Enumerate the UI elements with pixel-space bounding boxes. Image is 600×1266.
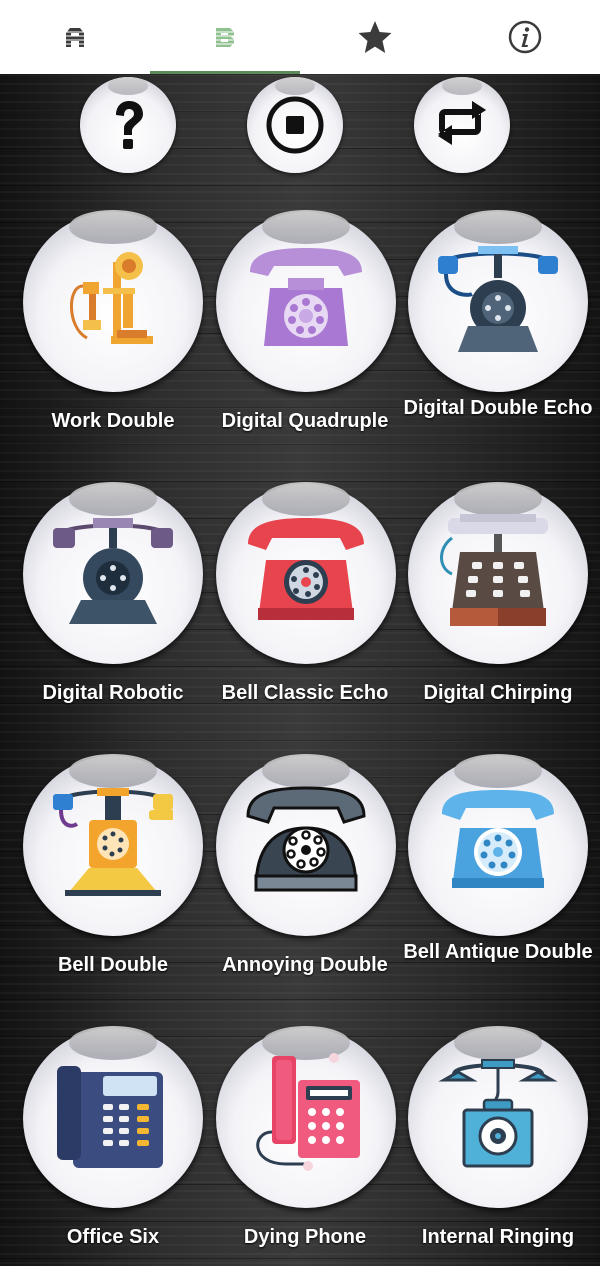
sound-label: Internal Ringing bbox=[421, 1226, 575, 1248]
stop-button[interactable] bbox=[247, 77, 343, 173]
rotary-phone-icon bbox=[250, 248, 362, 346]
office-phone-icon bbox=[57, 1066, 163, 1168]
sound-label: Office Six bbox=[66, 1226, 160, 1248]
antique-orange-phone-icon bbox=[53, 788, 173, 896]
sound-button-internal-ringing[interactable] bbox=[408, 1026, 588, 1208]
star-icon bbox=[358, 21, 392, 53]
blue-rotary-phone-icon bbox=[442, 790, 554, 888]
sound-button-digital-double-echo[interactable] bbox=[408, 210, 588, 392]
desk-phone-icon bbox=[440, 514, 548, 626]
sound-label: Annoying Double bbox=[222, 954, 388, 976]
tab-bar bbox=[0, 0, 600, 74]
gloss-highlight bbox=[108, 77, 148, 95]
sound-label: Bell Double bbox=[57, 954, 168, 976]
sound-label: Bell Antique Double bbox=[403, 941, 593, 963]
alphabet-b-icon bbox=[216, 28, 234, 47]
sound-button-office-six[interactable] bbox=[23, 1026, 203, 1208]
antique-phone-icon bbox=[53, 518, 173, 624]
tab-b[interactable] bbox=[150, 0, 300, 74]
sound-button-bell-antique-double[interactable] bbox=[408, 754, 588, 936]
gloss-highlight bbox=[275, 77, 315, 95]
wall-phone-icon bbox=[438, 1059, 558, 1168]
alphabet-a-icon bbox=[66, 28, 84, 47]
stop-icon bbox=[266, 96, 324, 154]
question-icon bbox=[116, 101, 143, 149]
repeat-button[interactable] bbox=[414, 77, 510, 173]
sound-button-digital-quadruple[interactable] bbox=[216, 210, 396, 392]
sound-button-dying-phone[interactable] bbox=[216, 1026, 396, 1208]
sound-label: Digital Quadruple bbox=[221, 410, 389, 432]
antique-phone-icon bbox=[438, 246, 558, 352]
candlestick-phone-icon bbox=[70, 252, 153, 344]
sound-button-bell-classic-echo[interactable] bbox=[216, 482, 396, 664]
sound-label: Digital Double Echo bbox=[403, 397, 593, 419]
sound-button-work-double[interactable] bbox=[23, 210, 203, 392]
repeat-icon bbox=[438, 101, 486, 145]
tab-favorites[interactable] bbox=[300, 0, 450, 74]
sound-button-digital-chirping[interactable] bbox=[408, 482, 588, 664]
pink-desk-phone-icon bbox=[256, 1053, 360, 1171]
info-icon bbox=[508, 20, 542, 54]
tab-a[interactable] bbox=[0, 0, 150, 74]
tab-info[interactable] bbox=[450, 0, 600, 74]
sound-button-bell-double[interactable] bbox=[23, 754, 203, 936]
sound-label: Work Double bbox=[51, 410, 175, 432]
gloss-highlight bbox=[442, 77, 482, 95]
black-rotary-phone-icon bbox=[246, 786, 366, 892]
sound-label: Digital Chirping bbox=[423, 682, 573, 704]
sound-label: Dying Phone bbox=[243, 1226, 367, 1248]
sound-label: Bell Classic Echo bbox=[221, 682, 389, 704]
sound-button-annoying-double[interactable] bbox=[216, 754, 396, 936]
sound-label: Digital Robotic bbox=[42, 682, 184, 704]
help-button[interactable] bbox=[80, 77, 176, 173]
sound-button-digital-robotic[interactable] bbox=[23, 482, 203, 664]
red-rotary-phone-icon bbox=[248, 518, 364, 620]
